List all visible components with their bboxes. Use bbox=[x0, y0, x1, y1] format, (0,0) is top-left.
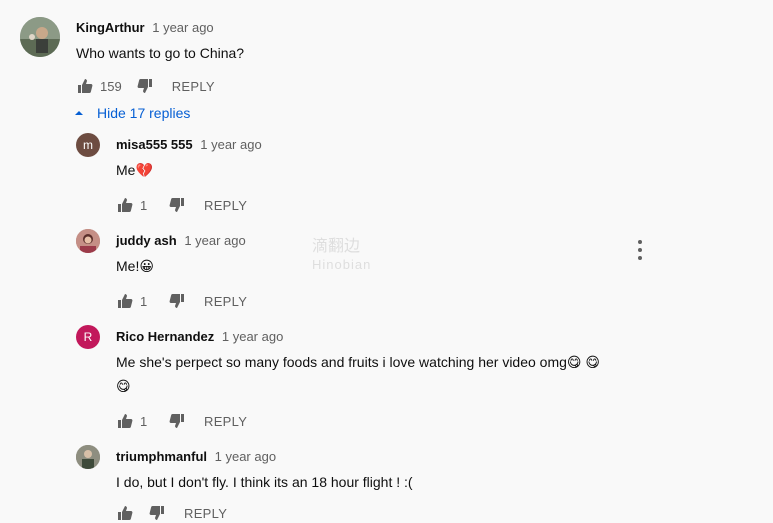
avatar[interactable] bbox=[76, 229, 100, 253]
author-name[interactable]: KingArthur bbox=[76, 20, 145, 35]
author-name[interactable]: triumphmanful bbox=[116, 449, 207, 464]
avatar-letter: R bbox=[83, 330, 93, 344]
avatar[interactable] bbox=[76, 445, 100, 469]
yum-face-emoji: 😋 bbox=[566, 355, 582, 371]
comment-header: KingArthur 1 year ago bbox=[76, 20, 214, 35]
timestamp[interactable]: 1 year ago bbox=[152, 20, 213, 35]
user-photo-icon bbox=[76, 445, 100, 469]
comment-actions: 1 REPLY bbox=[116, 291, 247, 311]
watermark-logo: 滴翻边 Hinobian bbox=[312, 238, 371, 274]
grinning-face-emoji: 😀 bbox=[139, 259, 154, 275]
comment-text: Who wants to go to China? bbox=[76, 45, 245, 61]
caret-up-icon bbox=[74, 108, 84, 118]
thumbs-up-icon[interactable] bbox=[116, 504, 134, 522]
hide-replies-button[interactable]: Hide 17 replies bbox=[74, 104, 190, 122]
avatar[interactable]: m bbox=[76, 133, 100, 157]
comment-text: Me she's perpect so many foods and fruit… bbox=[116, 354, 600, 371]
thumbs-down-icon[interactable] bbox=[168, 196, 186, 214]
reply-button[interactable]: REPLY bbox=[204, 198, 247, 213]
thumbs-down-icon[interactable] bbox=[168, 292, 186, 310]
reply-button[interactable]: REPLY bbox=[184, 506, 227, 521]
watermark-line2: Hinobian bbox=[312, 257, 372, 272]
like-count: 1 bbox=[140, 197, 148, 213]
author-name[interactable]: juddy ash bbox=[116, 233, 177, 248]
comment-actions: 159 REPLY bbox=[76, 76, 215, 96]
user-photo-icon bbox=[20, 17, 60, 57]
comment-text-body: Me she's perpect so many foods and fruit… bbox=[116, 354, 567, 370]
avatar-letter: m bbox=[83, 138, 93, 152]
comment-text: Me!😀 bbox=[116, 258, 154, 275]
comment-text: I do, but I don't fly. I think its an 18… bbox=[116, 474, 413, 490]
watermark-line1: 滴翻边 bbox=[312, 238, 361, 255]
timestamp[interactable]: 1 year ago bbox=[215, 449, 276, 464]
yum-face-emoji: 😋 bbox=[585, 355, 601, 371]
thumbs-up-icon[interactable] bbox=[116, 412, 134, 430]
timestamp[interactable]: 1 year ago bbox=[222, 329, 283, 344]
like-count: 1 bbox=[140, 413, 148, 429]
avatar[interactable] bbox=[20, 17, 60, 57]
more-options-icon[interactable] bbox=[632, 240, 648, 260]
author-name[interactable]: misa555 555 bbox=[116, 137, 193, 152]
broken-heart-emoji: 💔 bbox=[135, 163, 153, 179]
reply-button[interactable]: REPLY bbox=[204, 294, 247, 309]
comment-actions: REPLY bbox=[116, 503, 227, 523]
comment-header: Rico Hernandez 1 year ago bbox=[116, 329, 283, 344]
thumbs-down-icon[interactable] bbox=[148, 504, 166, 522]
comment-actions: 1 REPLY bbox=[116, 195, 247, 215]
timestamp[interactable]: 1 year ago bbox=[184, 233, 245, 248]
thumbs-up-icon[interactable] bbox=[76, 77, 94, 95]
comment-actions: 1 REPLY bbox=[116, 411, 247, 431]
thumbs-up-icon[interactable] bbox=[116, 196, 134, 214]
comment-thread: KingArthur 1 year ago Who wants to go to… bbox=[0, 0, 773, 521]
like-count: 159 bbox=[100, 78, 122, 94]
thumbs-up-icon[interactable] bbox=[116, 292, 134, 310]
comment-text-body: Me! bbox=[116, 258, 140, 274]
author-name[interactable]: Rico Hernandez bbox=[116, 329, 214, 344]
reply-button[interactable]: REPLY bbox=[172, 79, 215, 94]
hide-replies-label: Hide 17 replies bbox=[97, 105, 191, 121]
comment-text: Me💔 bbox=[116, 162, 153, 179]
thumbs-down-icon[interactable] bbox=[136, 77, 154, 95]
reply-button[interactable]: REPLY bbox=[204, 414, 247, 429]
comment-text-body: Me bbox=[116, 162, 136, 178]
timestamp[interactable]: 1 year ago bbox=[200, 137, 261, 152]
comment-text-line2: 😋 bbox=[116, 378, 131, 395]
thumbs-down-icon[interactable] bbox=[168, 412, 186, 430]
comment-header: misa555 555 1 year ago bbox=[116, 137, 262, 152]
yum-face-emoji: 😋 bbox=[116, 379, 131, 395]
comment-header: triumphmanful 1 year ago bbox=[116, 449, 276, 464]
avatar[interactable]: R bbox=[76, 325, 100, 349]
comment-header: juddy ash 1 year ago bbox=[116, 233, 246, 248]
like-count: 1 bbox=[140, 293, 148, 309]
user-photo-icon bbox=[76, 229, 100, 253]
